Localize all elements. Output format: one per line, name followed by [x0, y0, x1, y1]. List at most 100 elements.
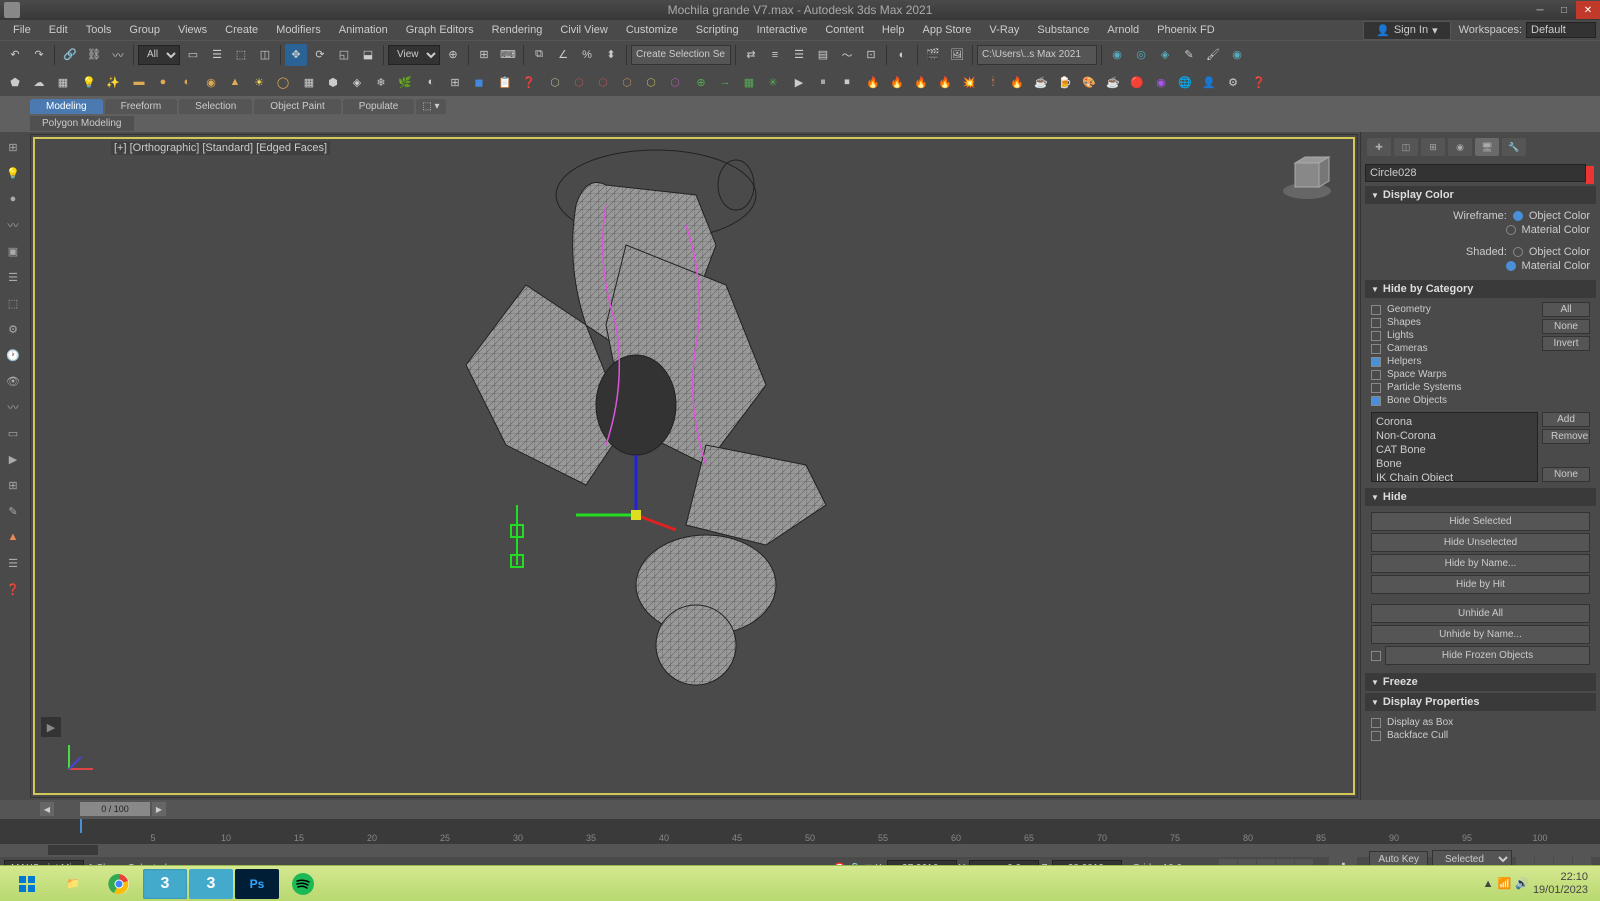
mirror-icon[interactable]: ⇄	[740, 44, 762, 66]
lt-icon[interactable]: 🕐	[2, 344, 24, 366]
utilities-tab-icon[interactable]: 🔧	[1502, 138, 1526, 156]
vray-icon-4[interactable]: ✎	[1178, 44, 1200, 66]
display-box-check[interactable]	[1371, 718, 1381, 728]
tab-freeform[interactable]: Freeform	[105, 99, 178, 114]
mesh-object[interactable]	[406, 145, 886, 705]
tool-icon[interactable]: ▦	[298, 71, 320, 93]
schematic-icon[interactable]: ⊡	[860, 44, 882, 66]
tool-icon[interactable]: ●	[152, 71, 174, 93]
phoenix-icon[interactable]: ☕	[1102, 71, 1124, 93]
tool-icon[interactable]: ◉	[200, 71, 222, 93]
maximize-button[interactable]: □	[1552, 1, 1576, 19]
menu-create[interactable]: Create	[216, 22, 267, 38]
display-props-header[interactable]: Display Properties	[1365, 693, 1596, 711]
lt-icon[interactable]: 💡	[2, 162, 24, 184]
tab-selection[interactable]: Selection	[179, 99, 252, 114]
keyboard-icon[interactable]: ⌨	[497, 44, 519, 66]
tool-icon[interactable]: ◼	[468, 71, 490, 93]
slider-prev[interactable]: ◀	[40, 802, 54, 816]
tool-icon[interactable]: ❄	[370, 71, 392, 93]
menu-substance[interactable]: Substance	[1028, 22, 1098, 38]
photoshop-icon[interactable]: Ps	[235, 869, 279, 899]
lt-icon[interactable]: 👁	[2, 370, 24, 392]
toggle-ribbon-icon[interactable]: ▤	[812, 44, 834, 66]
project-path[interactable]	[977, 45, 1097, 65]
tool-icon[interactable]: ⬡	[616, 71, 638, 93]
tool-icon[interactable]: ▦	[52, 71, 74, 93]
lt-icon[interactable]: ⚙	[2, 318, 24, 340]
add-button[interactable]: Add	[1542, 412, 1590, 427]
phoenix-icon[interactable]: 👤	[1198, 71, 1220, 93]
menu-arnold[interactable]: Arnold	[1098, 22, 1148, 38]
vray-icon-6[interactable]: ◉	[1226, 44, 1248, 66]
tray-icon[interactable]: 🔊	[1515, 877, 1529, 890]
phoenix-icon[interactable]: 🔥	[934, 71, 956, 93]
angle-snap-icon[interactable]: ∠	[552, 44, 574, 66]
redo-icon[interactable]: ↷	[28, 44, 50, 66]
menu-interactive[interactable]: Interactive	[748, 22, 817, 38]
tool-icon[interactable]: ⬡	[544, 71, 566, 93]
scale-icon[interactable]: ◱	[333, 44, 355, 66]
tool-icon[interactable]: ▲	[224, 71, 246, 93]
freeze-header[interactable]: Freeze	[1365, 673, 1596, 691]
snap-icon[interactable]: ⧉	[528, 44, 550, 66]
lt-icon[interactable]: 〰	[2, 214, 24, 236]
hide-frozen-button[interactable]: Hide Frozen Objects	[1385, 646, 1590, 665]
help-icon[interactable]: ❓	[1248, 71, 1270, 93]
menu-appstore[interactable]: App Store	[914, 22, 981, 38]
close-button[interactable]: ✕	[1576, 1, 1600, 19]
tool-icon[interactable]: ⊕	[690, 71, 712, 93]
cameras-check[interactable]	[1371, 344, 1381, 354]
explorer-icon[interactable]: 📁	[51, 869, 95, 899]
pivot-icon[interactable]: ⊕	[442, 44, 464, 66]
category-listbox[interactable]: Corona Non-Corona CAT Bone Bone IK Chain…	[1371, 412, 1538, 482]
pause-icon[interactable]: ⏸	[812, 71, 834, 93]
shapes-check[interactable]	[1371, 318, 1381, 328]
tab-populate[interactable]: Populate	[343, 99, 414, 114]
rotate-icon[interactable]: ⟳	[309, 44, 331, 66]
tool-icon[interactable]: ✨	[102, 71, 124, 93]
helpers-check[interactable]	[1371, 357, 1381, 367]
display-tab-icon[interactable]: 🖥	[1475, 138, 1499, 156]
unhide-all-button[interactable]: Unhide All	[1371, 604, 1590, 623]
manipulate-icon[interactable]: ⊞	[473, 44, 495, 66]
lt-icon[interactable]: 〰	[2, 396, 24, 418]
tab-modeling[interactable]: Modeling	[30, 99, 103, 114]
start-button[interactable]	[5, 869, 49, 899]
select-name-icon[interactable]: ☰	[206, 44, 228, 66]
lt-help-icon[interactable]: ❓	[2, 578, 24, 600]
menu-group[interactable]: Group	[120, 22, 169, 38]
clock-date[interactable]: 19/01/2023	[1533, 884, 1588, 896]
hide-selected-button[interactable]: Hide Selected	[1371, 512, 1590, 531]
tray-icon[interactable]: 📶	[1498, 877, 1512, 890]
tool-icon[interactable]: ⬡	[640, 71, 662, 93]
motion-tab-icon[interactable]: ◉	[1448, 138, 1472, 156]
shaded-matcolor-radio[interactable]	[1506, 261, 1516, 271]
object-color-swatch[interactable]	[1586, 166, 1594, 184]
hide-frozen-check[interactable]	[1371, 651, 1381, 661]
backface-cull-check[interactable]	[1371, 731, 1381, 741]
time-ruler[interactable]: 5101520253035404550556065707580859095100	[0, 818, 1600, 844]
vray-icon-1[interactable]: ◉	[1106, 44, 1128, 66]
play-icon[interactable]: ▶	[788, 71, 810, 93]
ribbon-panel-label[interactable]: Polygon Modeling	[30, 116, 134, 131]
named-selection[interactable]	[631, 45, 731, 65]
wireframe-matcolor-radio[interactable]	[1506, 225, 1516, 235]
lt-icon[interactable]: ☰	[2, 266, 24, 288]
lt-icon[interactable]: ●	[2, 188, 24, 210]
tool-icon[interactable]: ▦	[738, 71, 760, 93]
menu-civil[interactable]: Civil View	[551, 22, 616, 38]
align-icon[interactable]: ≡	[764, 44, 786, 66]
vray-icon-2[interactable]: ◎	[1130, 44, 1152, 66]
placement-icon[interactable]: ⬓	[357, 44, 379, 66]
none-button[interactable]: None	[1542, 319, 1590, 334]
tool-icon[interactable]: ⬡	[568, 71, 590, 93]
bones-check[interactable]	[1371, 396, 1381, 406]
phoenix-icon[interactable]: 💥	[958, 71, 980, 93]
3dsmax-icon[interactable]: 3	[143, 869, 187, 899]
lt-icon[interactable]: ▶	[2, 448, 24, 470]
particles-check[interactable]	[1371, 383, 1381, 393]
phoenix-icon[interactable]: 🔥	[886, 71, 908, 93]
tool-icon[interactable]: ✳	[762, 71, 784, 93]
curve-editor-icon[interactable]: 〜	[836, 44, 858, 66]
